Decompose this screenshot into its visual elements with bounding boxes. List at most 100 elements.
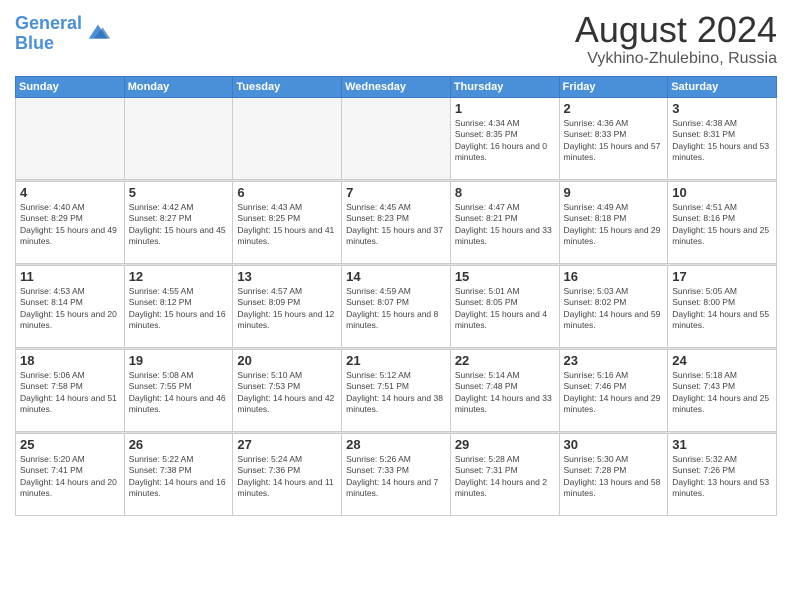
day-info: Sunrise: 4:45 AMSunset: 8:23 PMDaylight:… [346,202,446,248]
logo-icon [84,20,112,48]
table-row: 26 Sunrise: 5:22 AMSunset: 7:38 PMDayligh… [124,433,233,515]
month-title: August 2024 [575,10,777,50]
table-row: 25 Sunrise: 5:20 AMSunset: 7:41 PMDayligh… [16,433,125,515]
day-number: 9 [564,185,664,200]
day-info: Sunrise: 5:30 AMSunset: 7:28 PMDaylight:… [564,454,664,500]
header-monday: Monday [124,76,233,97]
day-number: 12 [129,269,229,284]
day-info: Sunrise: 4:57 AMSunset: 8:09 PMDaylight:… [237,286,337,332]
table-row: 6 Sunrise: 4:43 AMSunset: 8:25 PMDaylight… [233,181,342,263]
table-row: 31 Sunrise: 5:32 AMSunset: 7:26 PMDayligh… [668,433,777,515]
table-row: 21Sunrise: 5:12 AMSunset: 7:51 PMDayligh… [342,349,451,431]
day-info: Sunrise: 5:12 AMSunset: 7:51 PMDaylight:… [346,370,446,416]
day-info: Sunrise: 5:01 AMSunset: 8:05 PMDaylight:… [455,286,555,332]
day-info: Sunrise: 5:05 AMSunset: 8:00 PMDaylight:… [672,286,772,332]
day-info: Sunrise: 5:06 AMSunset: 7:58 PMDaylight:… [20,370,120,416]
day-info: Sunrise: 5:18 AMSunset: 7:43 PMDaylight:… [672,370,772,416]
header: GeneralBlue August 2024 Vykhino-Zhulebin… [15,10,777,68]
day-number: 14 [346,269,446,284]
day-number: 2 [564,101,664,116]
table-row: 11 Sunrise: 4:53 AMSunset: 8:14 PMDayligh… [16,265,125,347]
table-row: 20 Sunrise: 5:10 AMSunset: 7:53 PMDayligh… [233,349,342,431]
day-number: 8 [455,185,555,200]
day-number: 13 [237,269,337,284]
day-info: Sunrise: 5:10 AMSunset: 7:53 PMDaylight:… [237,370,337,416]
table-row: 27 Sunrise: 5:24 AMSunset: 7:36 PMDayligh… [233,433,342,515]
calendar-week-3: 11 Sunrise: 4:53 AMSunset: 8:14 PMDayligh… [16,265,777,347]
table-row [124,97,233,179]
day-number: 1 [455,101,555,116]
table-row: 14 Sunrise: 4:59 AMSunset: 8:07 PMDayligh… [342,265,451,347]
day-number: 16 [564,269,664,284]
calendar-week-2: 4 Sunrise: 4:40 AMSunset: 8:29 PMDaylight… [16,181,777,263]
table-row: 30Sunrise: 5:30 AMSunset: 7:28 PMDayligh… [559,433,668,515]
table-row: 8 Sunrise: 4:47 AMSunset: 8:21 PMDaylight… [450,181,559,263]
day-number: 29 [455,437,555,452]
day-info: Sunrise: 5:32 AMSunset: 7:26 PMDaylight:… [672,454,772,500]
location-title: Vykhino-Zhulebino, Russia [575,50,777,68]
table-row: 4 Sunrise: 4:40 AMSunset: 8:29 PMDaylight… [16,181,125,263]
day-info: Sunrise: 5:22 AMSunset: 7:38 PMDaylight:… [129,454,229,500]
header-tuesday: Tuesday [233,76,342,97]
day-info: Sunrise: 5:08 AMSunset: 7:55 PMDaylight:… [129,370,229,416]
calendar-week-4: 18 Sunrise: 5:06 AMSunset: 7:58 PMDayligh… [16,349,777,431]
day-number: 28 [346,437,446,452]
table-row [233,97,342,179]
day-number: 22 [455,353,555,368]
table-row: 15 Sunrise: 5:01 AMSunset: 8:05 PMDayligh… [450,265,559,347]
day-info: Sunrise: 5:20 AMSunset: 7:41 PMDaylight:… [20,454,120,500]
day-info: Sunrise: 4:40 AMSunset: 8:29 PMDaylight:… [20,202,120,248]
day-info: Sunrise: 4:34 AMSunset: 8:35 PMDaylight:… [455,118,555,164]
day-info: Sunrise: 4:36 AMSunset: 8:33 PMDaylight:… [564,118,664,164]
day-info: Sunrise: 4:47 AMSunset: 8:21 PMDaylight:… [455,202,555,248]
calendar-week-1: 1 Sunrise: 4:34 AMSunset: 8:35 PMDaylight… [16,97,777,179]
day-info: Sunrise: 4:43 AMSunset: 8:25 PMDaylight:… [237,202,337,248]
title-block: August 2024 Vykhino-Zhulebino, Russia [575,10,777,68]
day-number: 15 [455,269,555,284]
day-number: 20 [237,353,337,368]
header-thursday: Thursday [450,76,559,97]
day-info: Sunrise: 4:55 AMSunset: 8:12 PMDaylight:… [129,286,229,332]
day-number: 27 [237,437,337,452]
table-row: 9 Sunrise: 4:49 AMSunset: 8:18 PMDaylight… [559,181,668,263]
day-info: Sunrise: 5:26 AMSunset: 7:33 PMDaylight:… [346,454,446,500]
day-number: 25 [20,437,120,452]
day-info: Sunrise: 4:49 AMSunset: 8:18 PMDaylight:… [564,202,664,248]
header-wednesday: Wednesday [342,76,451,97]
day-number: 4 [20,185,120,200]
calendar: Sunday Monday Tuesday Wednesday Thursday… [15,76,777,516]
day-number: 23 [564,353,664,368]
table-row: 22 Sunrise: 5:14 AMSunset: 7:48 PMDayligh… [450,349,559,431]
table-row: 29Sunrise: 5:28 AMSunset: 7:31 PMDayligh… [450,433,559,515]
table-row: 24Sunrise: 5:18 AMSunset: 7:43 PMDayligh… [668,349,777,431]
day-info: Sunrise: 5:16 AMSunset: 7:46 PMDaylight:… [564,370,664,416]
day-info: Sunrise: 5:03 AMSunset: 8:02 PMDaylight:… [564,286,664,332]
day-number: 31 [672,437,772,452]
day-info: Sunrise: 4:38 AMSunset: 8:31 PMDaylight:… [672,118,772,164]
table-row: 16 Sunrise: 5:03 AMSunset: 8:02 PMDayligh… [559,265,668,347]
header-friday: Friday [559,76,668,97]
table-row: 23 Sunrise: 5:16 AMSunset: 7:46 PMDayligh… [559,349,668,431]
table-row: 18 Sunrise: 5:06 AMSunset: 7:58 PMDayligh… [16,349,125,431]
day-number: 19 [129,353,229,368]
table-row: 19 Sunrise: 5:08 AMSunset: 7:55 PMDayligh… [124,349,233,431]
day-number: 10 [672,185,772,200]
day-info: Sunrise: 4:53 AMSunset: 8:14 PMDaylight:… [20,286,120,332]
table-row: 2 Sunrise: 4:36 AMSunset: 8:33 PMDaylight… [559,97,668,179]
table-row: 3Sunrise: 4:38 AMSunset: 8:31 PMDaylight… [668,97,777,179]
table-row: 7 Sunrise: 4:45 AMSunset: 8:23 PMDaylight… [342,181,451,263]
day-number: 17 [672,269,772,284]
day-number: 7 [346,185,446,200]
day-number: 11 [20,269,120,284]
day-number: 26 [129,437,229,452]
day-info: Sunrise: 5:24 AMSunset: 7:36 PMDaylight:… [237,454,337,500]
table-row: 13 Sunrise: 4:57 AMSunset: 8:09 PMDayligh… [233,265,342,347]
header-saturday: Saturday [668,76,777,97]
logo-text: GeneralBlue [15,14,82,54]
day-number: 18 [20,353,120,368]
day-info: Sunrise: 5:14 AMSunset: 7:48 PMDaylight:… [455,370,555,416]
day-info: Sunrise: 4:59 AMSunset: 8:07 PMDaylight:… [346,286,446,332]
table-row: 1 Sunrise: 4:34 AMSunset: 8:35 PMDaylight… [450,97,559,179]
table-row: 12 Sunrise: 4:55 AMSunset: 8:12 PMDayligh… [124,265,233,347]
day-number: 6 [237,185,337,200]
